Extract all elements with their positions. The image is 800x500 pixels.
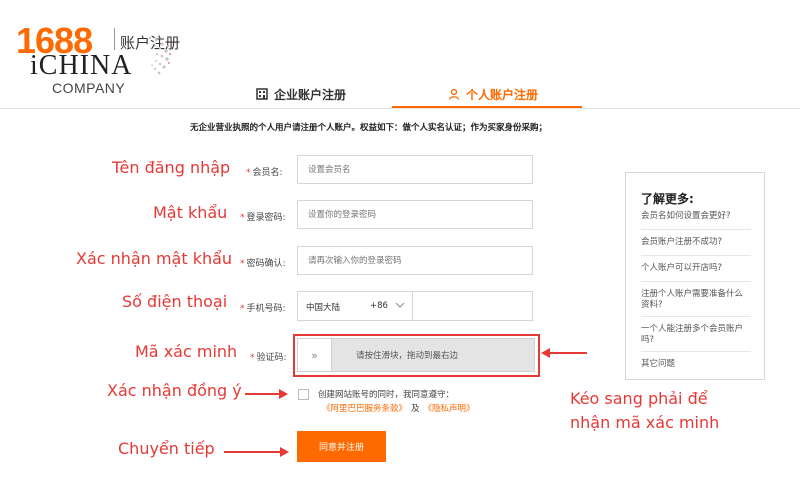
confirm-password-label: * 密码确认:	[240, 256, 286, 269]
slider-handle[interactable]: »	[298, 339, 332, 371]
sidebar-item[interactable]: 会员账户注册不成功?	[641, 237, 751, 248]
sidebar-divider	[641, 229, 751, 230]
captcha-slider[interactable]: » 请按住滑块，拖动到最右边	[297, 338, 535, 372]
sidebar-divider	[641, 351, 751, 352]
annotation-submit: Chuyển tiếp	[118, 439, 215, 458]
password-input[interactable]	[297, 200, 533, 229]
sidebar-title: 了解更多:	[641, 192, 694, 206]
sidebar-divider	[641, 255, 751, 256]
sidebar-item[interactable]: 个人账户可以开店吗?	[641, 263, 751, 274]
and-text: 及	[411, 404, 420, 414]
agree-checkbox[interactable]	[298, 389, 309, 400]
required-star: *	[240, 259, 245, 269]
required-star: *	[240, 304, 245, 314]
chevron-down-icon[interactable]	[394, 298, 406, 312]
country-select[interactable]: 中国大陆	[306, 301, 340, 313]
country-code[interactable]: +86	[370, 301, 388, 311]
annotation-username: Tên đăng nhập	[112, 158, 231, 177]
password-label-text: 登录密码:	[246, 213, 286, 223]
sidebar-item[interactable]: 一个人能注册多个会员账户吗?	[641, 324, 751, 346]
annotation-slide-line1: Kéo sang phải để	[570, 389, 708, 408]
phone-label-text: 手机号码:	[246, 304, 286, 314]
annotation-phone: Số điện thoại	[122, 292, 228, 311]
annotation-slide-line2: nhận mã xác minh	[570, 413, 720, 432]
agree-links: 《阿里巴巴服务条款》及《隐私声明》	[322, 402, 475, 414]
tab-personal-label: 个人账户注册	[466, 87, 539, 102]
arrow-right-icon	[245, 389, 288, 399]
active-tab-indicator	[392, 106, 582, 108]
logo-divider	[114, 28, 115, 50]
password-label: * 登录密码:	[240, 210, 286, 223]
sidebar-divider	[641, 281, 751, 282]
building-icon	[256, 88, 268, 100]
sidebar-divider	[641, 316, 751, 317]
tabs-divider	[0, 108, 800, 109]
terms-link[interactable]: 《阿里巴巴服务条款》	[322, 404, 407, 414]
required-star: *	[240, 213, 245, 223]
tab-company-registration[interactable]: 企业账户注册	[256, 80, 346, 108]
watermark-ichina: iCHINA	[30, 50, 133, 81]
phone-number-input[interactable]	[414, 293, 530, 319]
phone-label: * 手机号码:	[240, 301, 286, 314]
registration-notice: 无企业营业执照的个人用户请注册个人账户。权益如下：做个人实名认证；作为买家身份采…	[190, 123, 548, 133]
annotation-confirm-password: Xác nhận mật khẩu	[76, 249, 233, 268]
captcha-label-text: 验证码:	[256, 353, 287, 363]
required-star: *	[250, 353, 255, 363]
annotation-captcha: Mã xác minh	[135, 342, 238, 361]
privacy-link[interactable]: 《隐私声明》	[424, 404, 475, 414]
annotation-password: Mật khẩu	[153, 203, 228, 222]
username-label: * 会员名:	[246, 165, 283, 178]
sidebar-item[interactable]: 其它问题	[641, 359, 751, 370]
confirm-password-input[interactable]	[297, 246, 533, 275]
confirm-label-text: 密码确认:	[246, 259, 286, 269]
tab-personal-registration[interactable]: 个人账户注册	[448, 80, 538, 108]
tab-company-label: 企业账户注册	[274, 87, 347, 102]
agree-register-button[interactable]: 同意并注册	[297, 431, 386, 462]
agree-text: 创建网站账号的同时，我同意遵守：	[318, 390, 455, 400]
arrow-right-icon	[224, 447, 289, 457]
username-input[interactable]	[297, 155, 533, 184]
user-icon	[448, 88, 460, 100]
sidebar-item[interactable]: 会员名如何设置会更好?	[641, 211, 751, 222]
captcha-label: * 验证码:	[250, 350, 287, 363]
required-star: *	[246, 168, 251, 178]
phone-separator	[412, 292, 413, 320]
help-sidebar: 了解更多: 会员名如何设置会更好? 会员账户注册不成功? 个人账户可以开店吗? …	[625, 172, 765, 380]
arrow-left-icon	[541, 348, 587, 358]
watermark-company: COMPANY	[52, 80, 126, 96]
username-label-text: 会员名:	[252, 168, 283, 178]
annotation-agree: Xác nhận đồng ý	[107, 381, 242, 400]
captcha-instruction: 请按住滑块，拖动到最右边	[356, 351, 459, 361]
sidebar-item[interactable]: 注册个人账户需要准备什么资料?	[641, 289, 751, 311]
phone-field: 中国大陆 +86	[297, 291, 533, 321]
